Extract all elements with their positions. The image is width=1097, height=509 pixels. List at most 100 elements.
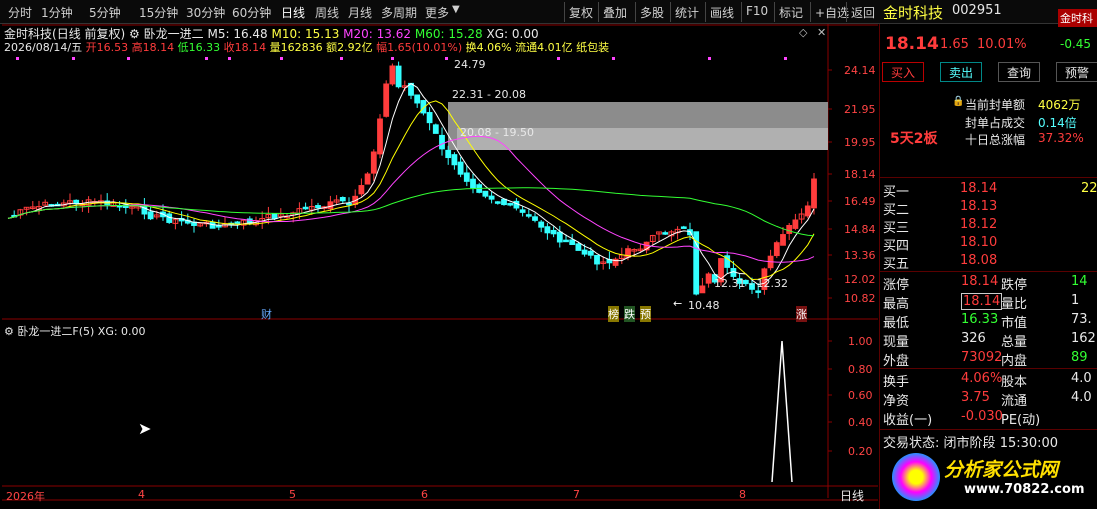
sub-tick-label: 0.20 (848, 445, 873, 458)
buy-button[interactable]: 买入 (882, 62, 925, 82)
event-cai[interactable]: 财 (261, 306, 272, 322)
ten-day-value: 37.32% (1038, 131, 1084, 145)
sell-button[interactable]: 卖出 (940, 62, 983, 82)
event-zhang[interactable]: 涨 (796, 306, 807, 322)
mark-button[interactable]: 标记 (774, 2, 807, 22)
candle-body (532, 216, 538, 221)
time: 15:30:00 (999, 436, 1059, 451)
logo: 分析家公式网 www.70822.com (892, 451, 1092, 506)
price-tick-label: 16.49 (844, 195, 876, 208)
sub-indicator[interactable]: 卧龙一进二F(5) (17, 325, 94, 338)
candle-body (147, 211, 154, 220)
signal-dot (445, 57, 448, 60)
xg-signal-line (771, 340, 793, 483)
candle-body (507, 203, 514, 206)
period-tab[interactable]: 1分钟 (41, 4, 73, 21)
candle-body (563, 239, 569, 243)
chart-area[interactable]: 24.14 21.95 19.95 18.14 16.49 14.84 13.36 12.02… (2, 24, 878, 504)
candle-body (302, 206, 309, 210)
candle-body (581, 249, 588, 255)
ma60-line (7, 187, 815, 237)
stat-value: 4.0 (1071, 371, 1092, 386)
candle-body (327, 201, 334, 210)
bid-label: 买三 (883, 221, 910, 236)
candlestick-chart[interactable]: 24.14 21.95 19.95 18.14 16.49 14.84 13.36 12.02… (2, 24, 878, 504)
candle-body (544, 226, 551, 234)
candle-body (432, 124, 439, 134)
candle-body (680, 226, 687, 229)
event-die[interactable]: 跌 (624, 306, 635, 322)
candle-body (587, 250, 594, 256)
low-label: 10.48 (688, 299, 720, 312)
query-button[interactable]: 查询 (998, 62, 1041, 82)
stat-value: 73. (1071, 312, 1092, 327)
candle-body (482, 190, 489, 197)
sub-chart-header: ⚙ 卧龙一进二F(5) XG: 0.00 (4, 323, 146, 339)
price-tick-label: 21.95 (844, 103, 876, 116)
chevron-down-icon[interactable]: ▼ (452, 4, 460, 15)
stat-label: 最低 (883, 316, 910, 331)
candle-body (569, 239, 576, 245)
bid-price: 18.14 (960, 181, 998, 196)
candle-body (494, 201, 501, 204)
price-tick-label: 14.84 (844, 223, 876, 236)
candle-body (346, 202, 352, 206)
period-tab[interactable]: 60分钟 (232, 4, 271, 21)
stat-label: 收益(一) (883, 413, 933, 428)
diamond-icon[interactable]: ◇ (799, 26, 807, 39)
candle-body (439, 134, 445, 150)
date-month: 8 (739, 488, 746, 501)
candle-body (755, 290, 762, 293)
period-tab[interactable]: 月线 (348, 4, 372, 21)
stat-label: 流通 (1001, 394, 1028, 409)
period-more[interactable]: 更多 (425, 4, 449, 21)
candle-body (773, 242, 780, 257)
bid-price: 18.13 (960, 199, 998, 214)
stat-value: 18.14 (961, 274, 999, 289)
gear-icon[interactable]: ⚙ (4, 325, 14, 338)
candle-body (339, 197, 346, 202)
alert-button[interactable]: 预警 (1056, 62, 1097, 82)
quote-side-name: 金时科 (1058, 9, 1097, 27)
candle-body (556, 231, 563, 243)
period-tab[interactable]: 分时 (8, 4, 32, 21)
draw-line-button[interactable]: 画线 (705, 2, 738, 22)
f10-button[interactable]: F10 (741, 2, 772, 22)
zone3-label: 12.31 - 12.32 (714, 277, 788, 290)
event-yu[interactable]: 预 (640, 306, 651, 322)
ten-day-label: 十日总涨幅 (965, 133, 1026, 147)
sub-xg: XG: 0.00 (97, 325, 146, 338)
period-tab[interactable]: 15分钟 (139, 4, 178, 21)
stat-label: 现量 (883, 335, 910, 350)
open: 开16.53 (85, 41, 129, 54)
stat-label: 净资 (883, 394, 910, 409)
candle-body (804, 205, 811, 217)
date-month: 5 (289, 488, 296, 501)
candle-body (377, 118, 383, 155)
multi-stock-button[interactable]: 多股 (635, 2, 668, 22)
close-icon[interactable]: ✕ (817, 26, 826, 39)
period-tab[interactable]: 周线 (315, 4, 339, 21)
signal-dot (391, 57, 394, 60)
high: 高18.14 (131, 41, 175, 54)
back-button[interactable]: 返回 (846, 2, 879, 22)
period-tab-active[interactable]: 日线 (281, 4, 305, 21)
bid-label: 买五 (883, 257, 910, 272)
status-label: 交易状态: (883, 436, 940, 451)
close: 收18.14 (223, 41, 267, 54)
period-tab[interactable]: 30分钟 (186, 4, 225, 21)
stats-button[interactable]: 统计 (670, 2, 703, 22)
period-tab[interactable]: 多周期 (381, 4, 417, 21)
period-label[interactable]: 日线 (840, 487, 864, 504)
candle-body (519, 209, 526, 213)
date-month: 4 (138, 488, 145, 501)
candle-body (426, 112, 433, 124)
restore-right-button[interactable]: 复权 (564, 2, 597, 22)
trade-status: 交易状态: 闭市阶段 15:30:00 (883, 432, 1058, 451)
period-tab[interactable]: 5分钟 (89, 4, 121, 21)
overlay-button[interactable]: 叠加 (598, 2, 631, 22)
stat-label: 最高 (883, 297, 910, 312)
stat-label: 涨停 (883, 278, 910, 293)
event-bang[interactable]: 榜 (608, 306, 619, 322)
quote-stock-code: 002951 (952, 3, 1002, 18)
